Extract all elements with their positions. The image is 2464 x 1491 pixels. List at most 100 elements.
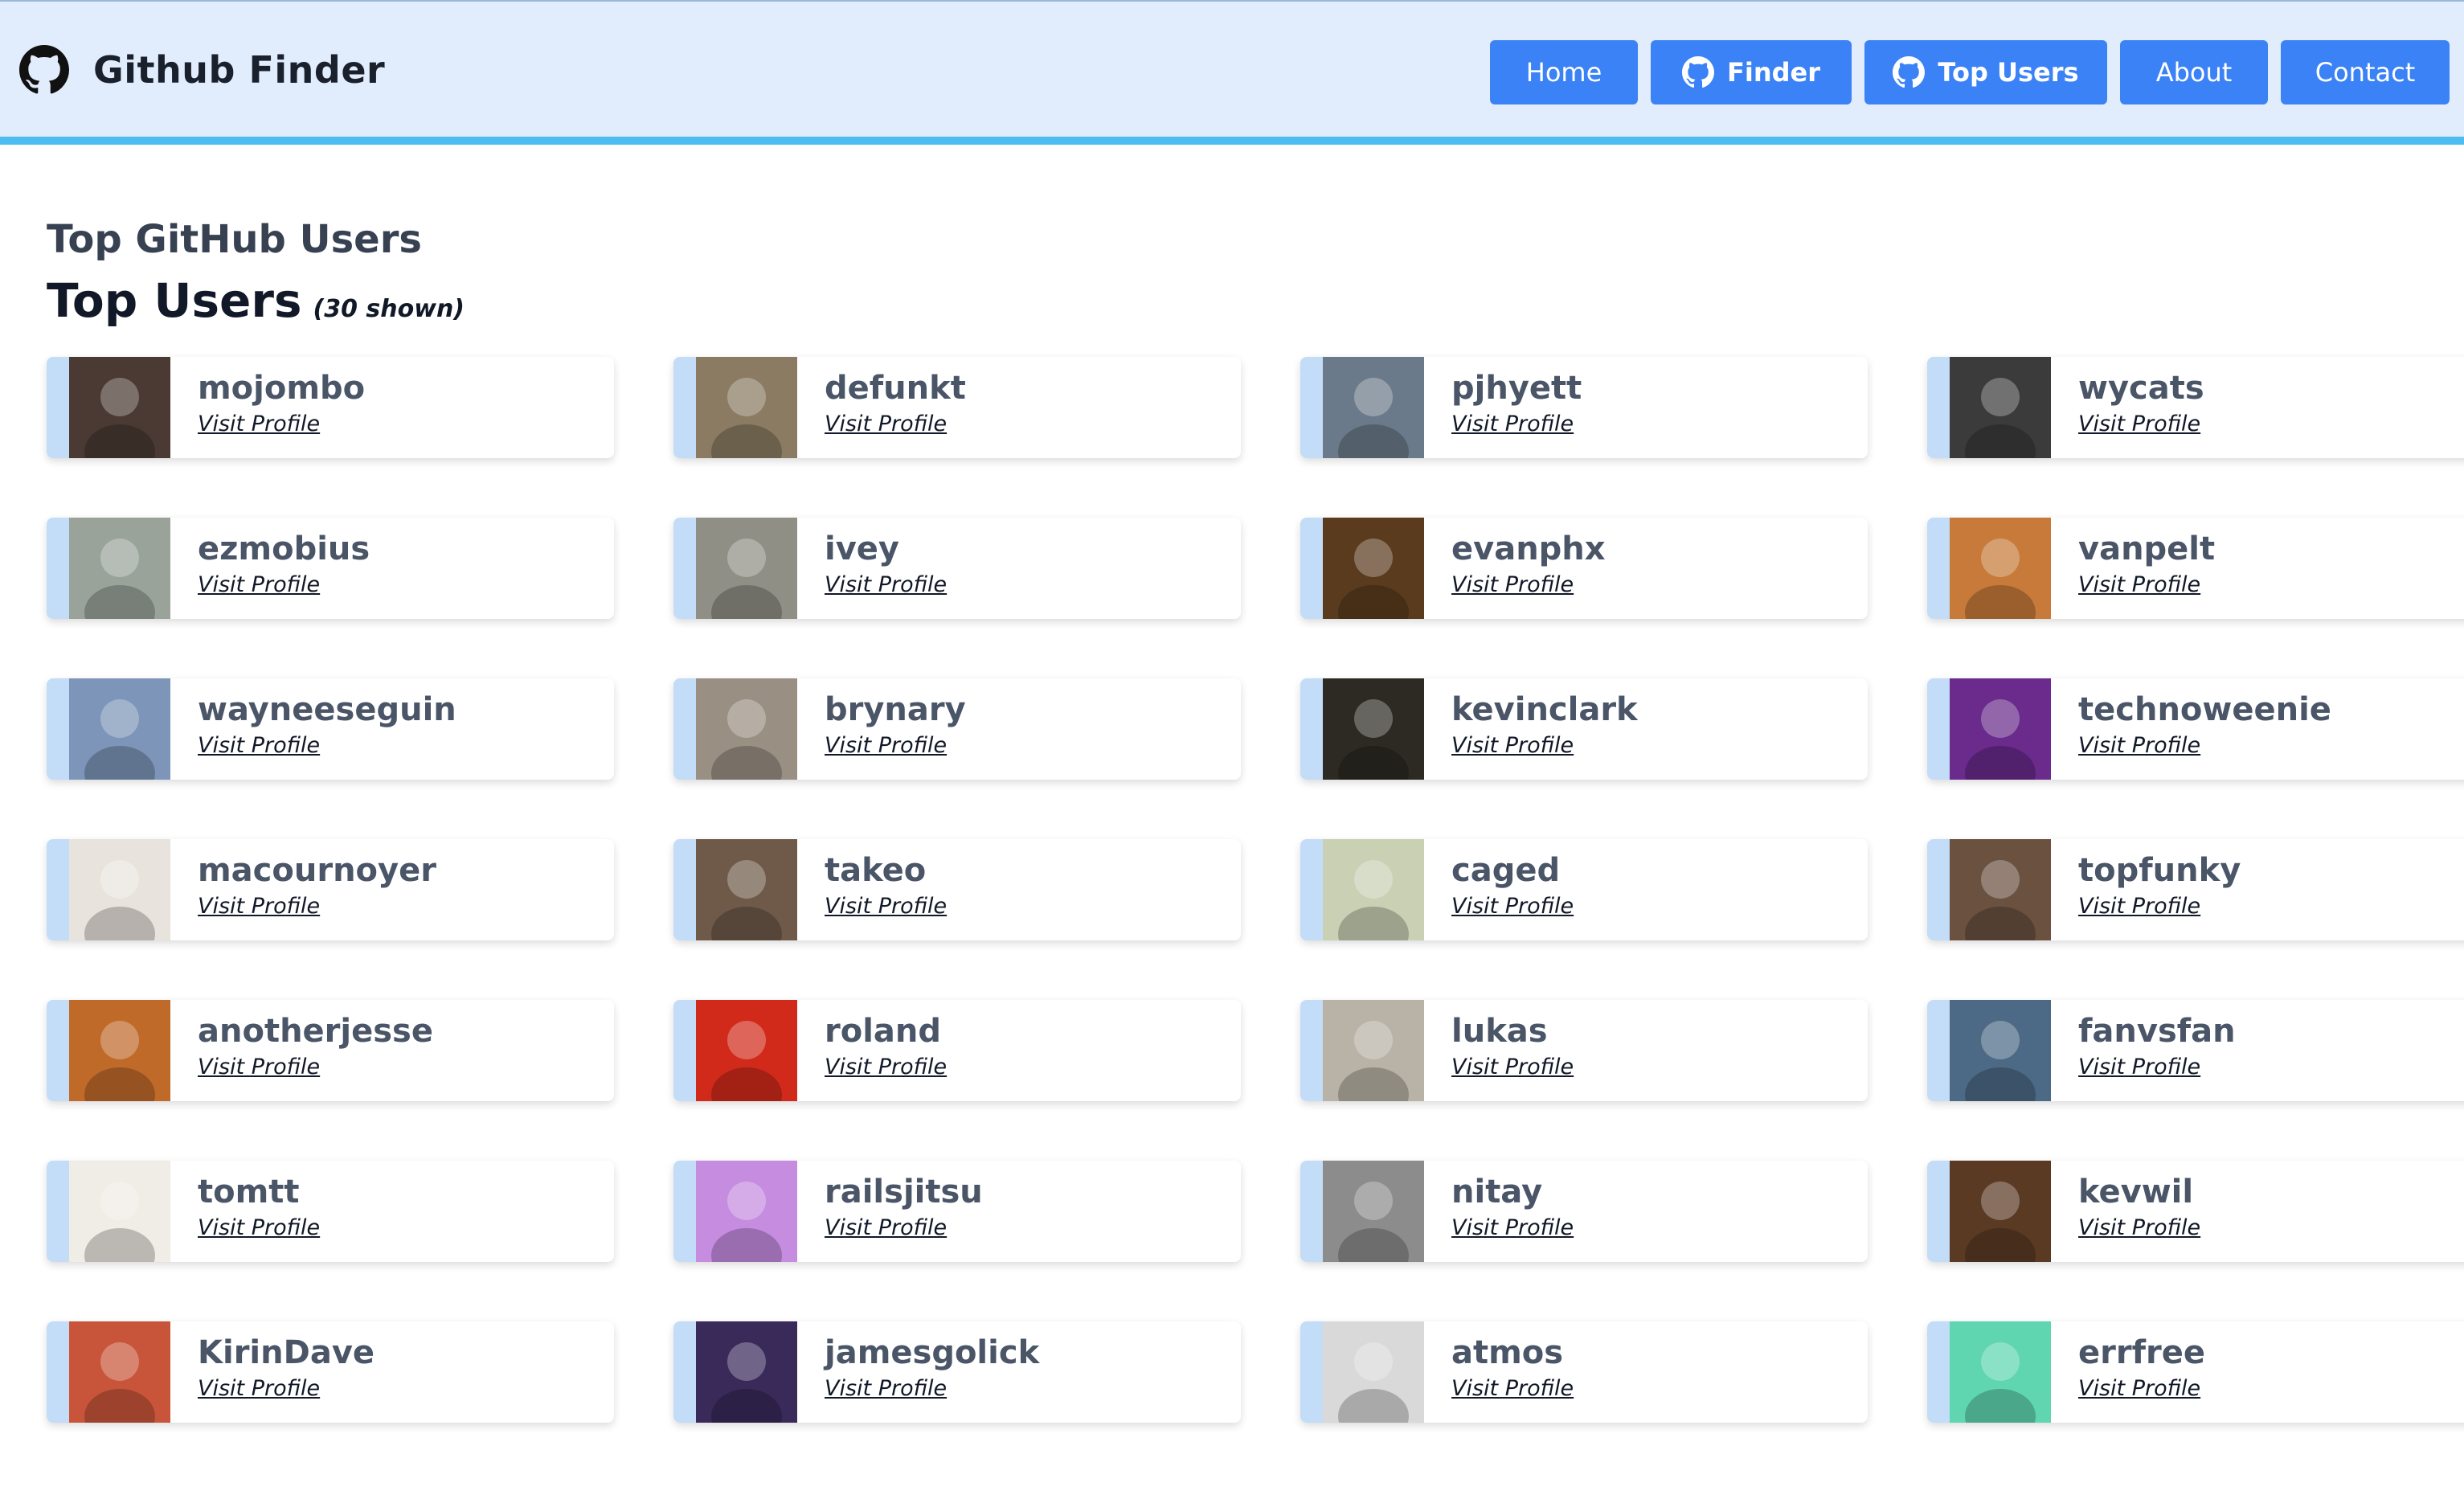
visit-profile-link[interactable]: Visit Profile — [1451, 1373, 1574, 1405]
card-accent — [47, 678, 69, 780]
card-accent — [1300, 678, 1323, 780]
visit-profile-link[interactable]: Visit Profile — [825, 569, 947, 601]
user-login: kevwil — [2078, 1174, 2194, 1210]
user-card: kevinclark Visit Profile — [1300, 678, 1868, 780]
nav-home-button[interactable]: Home — [1490, 40, 1638, 104]
visit-profile-link[interactable]: Visit Profile — [198, 569, 370, 601]
avatar — [69, 1161, 170, 1262]
card-accent — [1300, 1000, 1323, 1101]
visit-profile-link[interactable]: Visit Profile — [2078, 730, 2331, 762]
avatar — [1323, 839, 1424, 940]
card-accent — [47, 839, 69, 940]
card-accent — [673, 1321, 696, 1423]
visit-profile-link[interactable]: Visit Profile — [825, 891, 947, 923]
user-info: KirinDave Visit Profile — [198, 1333, 375, 1405]
user-info: ezmobius Visit Profile — [198, 529, 370, 601]
visit-profile-link[interactable]: Visit Profile — [2078, 1051, 2236, 1083]
user-info: takeo Visit Profile — [825, 850, 947, 923]
visit-profile-link[interactable]: Visit Profile — [2078, 1373, 2205, 1405]
avatar — [1950, 518, 2051, 619]
user-login: jamesgolick — [825, 1334, 1040, 1371]
user-card: fanvsfan Visit Profile — [1927, 1000, 2464, 1101]
visit-profile-link[interactable]: Visit Profile — [825, 1051, 947, 1083]
visit-profile-link[interactable]: Visit Profile — [198, 1051, 433, 1083]
user-info: ivey Visit Profile — [825, 529, 947, 601]
user-login: caged — [1451, 852, 1561, 889]
user-card: evanphx Visit Profile — [1300, 518, 1868, 619]
user-info: lukas Visit Profile — [1451, 1011, 1574, 1083]
visit-profile-link[interactable]: Visit Profile — [198, 891, 436, 923]
visit-profile-link[interactable]: Visit Profile — [2078, 408, 2204, 440]
user-card: caged Visit Profile — [1300, 839, 1868, 940]
user-login: wayneeseguin — [198, 691, 456, 728]
avatar — [1323, 1161, 1424, 1262]
visit-profile-link[interactable]: Visit Profile — [198, 1212, 320, 1244]
visit-profile-link[interactable]: Visit Profile — [825, 408, 966, 440]
visit-profile-link[interactable]: Visit Profile — [2078, 1212, 2200, 1244]
visit-profile-link[interactable]: Visit Profile — [198, 408, 365, 440]
brand[interactable]: Github Finder — [19, 45, 385, 95]
user-login: ezmobius — [198, 530, 370, 567]
visit-profile-link[interactable]: Visit Profile — [1451, 730, 1638, 762]
user-card: anotherjesse Visit Profile — [47, 1000, 614, 1101]
user-card: mojombo Visit Profile — [47, 357, 614, 458]
card-accent — [1300, 1321, 1323, 1423]
avatar — [1323, 1000, 1424, 1101]
user-info: anotherjesse Visit Profile — [198, 1011, 433, 1083]
avatar — [1323, 357, 1424, 458]
user-card: kevwil Visit Profile — [1927, 1161, 2464, 1262]
user-card: roland Visit Profile — [673, 1000, 1241, 1101]
user-login: railsjitsu — [825, 1174, 983, 1210]
nav-contact-button[interactable]: Contact — [2281, 40, 2450, 104]
visit-profile-link[interactable]: Visit Profile — [825, 1212, 983, 1244]
card-accent — [673, 678, 696, 780]
user-card: defunkt Visit Profile — [673, 357, 1241, 458]
visit-profile-link[interactable]: Visit Profile — [2078, 569, 2215, 601]
avatar — [696, 1161, 797, 1262]
visit-profile-link[interactable]: Visit Profile — [2078, 891, 2241, 923]
user-login: topfunky — [2078, 852, 2241, 889]
nav-top-users-button[interactable]: Top Users — [1864, 40, 2107, 104]
user-info: kevwil Visit Profile — [2078, 1172, 2200, 1244]
user-info: wycats Visit Profile — [2078, 368, 2204, 440]
brand-title: Github Finder — [93, 48, 386, 92]
user-info: nitay Visit Profile — [1451, 1172, 1574, 1244]
user-login: wycats — [2078, 370, 2204, 407]
user-card: wycats Visit Profile — [1927, 357, 2464, 458]
visit-profile-link[interactable]: Visit Profile — [1451, 1212, 1574, 1244]
user-login: errfree — [2078, 1334, 2205, 1371]
avatar — [69, 357, 170, 458]
card-accent — [673, 357, 696, 458]
avatar — [696, 839, 797, 940]
visit-profile-link[interactable]: Visit Profile — [1451, 569, 1606, 601]
avatar — [69, 518, 170, 619]
visit-profile-link[interactable]: Visit Profile — [198, 730, 456, 762]
user-info: atmos Visit Profile — [1451, 1333, 1574, 1405]
nav-finder-button[interactable]: Finder — [1651, 40, 1852, 104]
avatar — [69, 839, 170, 940]
user-info: tomtt Visit Profile — [198, 1172, 320, 1244]
avatar — [69, 1000, 170, 1101]
visit-profile-link[interactable]: Visit Profile — [825, 1373, 1039, 1405]
card-accent — [1300, 839, 1323, 940]
user-login: defunkt — [825, 370, 966, 407]
section-title: Top GitHub Users — [47, 217, 422, 262]
nav-finder-label: Finder — [1727, 57, 1820, 88]
user-card: jamesgolick Visit Profile — [673, 1321, 1241, 1423]
user-login: brynary — [825, 691, 966, 728]
visit-profile-link[interactable]: Visit Profile — [1451, 1051, 1574, 1083]
avatar — [1323, 518, 1424, 619]
nav-about-button[interactable]: About — [2120, 40, 2268, 104]
page-subtitle: Top Users (30 shown) — [47, 268, 2441, 345]
avatar — [1323, 678, 1424, 780]
card-accent — [47, 357, 69, 458]
visit-profile-link[interactable]: Visit Profile — [1451, 408, 1582, 440]
user-info: vanpelt Visit Profile — [2078, 529, 2215, 601]
user-card: railsjitsu Visit Profile — [673, 1161, 1241, 1262]
visit-profile-link[interactable]: Visit Profile — [1451, 891, 1574, 923]
user-login: anotherjesse — [198, 1013, 433, 1050]
visit-profile-link[interactable]: Visit Profile — [198, 1373, 375, 1405]
visit-profile-link[interactable]: Visit Profile — [825, 730, 966, 762]
card-accent — [1927, 357, 1950, 458]
user-info: caged Visit Profile — [1451, 850, 1574, 923]
